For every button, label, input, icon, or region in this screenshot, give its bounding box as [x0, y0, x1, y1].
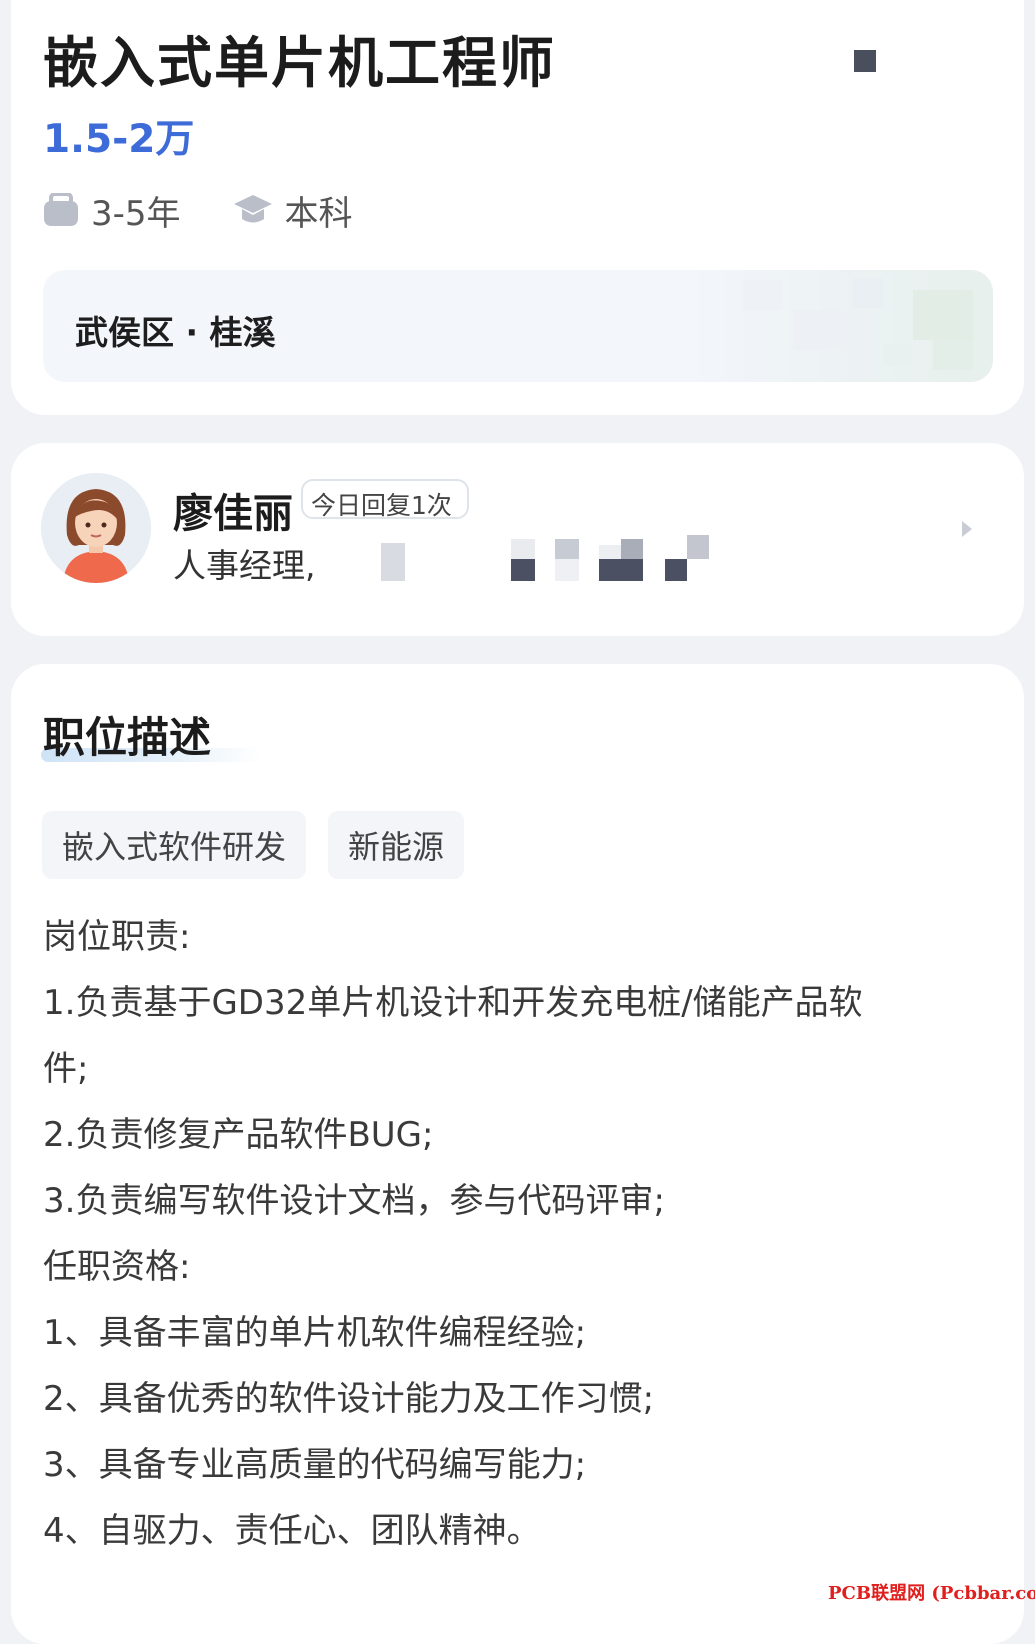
description-line: 1、具备丰富的单片机软件编程经验; [43, 1313, 587, 1353]
job-title: 嵌入式单片机工程师 [43, 31, 557, 95]
description-line: 3.负责编写软件设计文档，参与代码评审; [43, 1181, 665, 1221]
job-tag[interactable]: 新能源 [328, 811, 465, 879]
description-line: 任职资格: [43, 1247, 191, 1287]
description-line: 2、具备优秀的软件设计能力及工作习惯; [43, 1379, 655, 1419]
location-text: 武侯区 · 桂溪 [75, 313, 276, 352]
description-line: 件; [43, 1049, 89, 1089]
recruiter-avatar [41, 473, 151, 583]
description-text: 岗位职责: 1.负责基于GD32单片机设计和开发充电桩/储能产品软 件; 2.负… [43, 904, 943, 1564]
watermark: PCB联盟网 (Pcbbar.com) [828, 1583, 1035, 1604]
map-pin-icon [854, 50, 876, 72]
reply-count-badge: 今日回复1次 [301, 479, 469, 519]
description-line: 2.负责修复产品软件BUG; [43, 1115, 434, 1155]
requirements-row: 3-5年 本科 [43, 186, 405, 235]
job-tags: 嵌入式软件研发 新能源 [42, 811, 486, 879]
recruiter-role: 人事经理, [173, 546, 316, 585]
graduation-cap-icon [233, 195, 272, 223]
description-line: 4、自驱力、责任心、团队精神。 [43, 1511, 541, 1551]
education-label: 本科 [284, 193, 353, 234]
experience-requirement: 3-5年 [43, 186, 181, 235]
description-line: 3、具备专业高质量的代码编写能力; [43, 1445, 587, 1485]
salary: 1.5-2万 [43, 117, 195, 162]
education-requirement: 本科 [233, 186, 353, 235]
experience-label: 3-5年 [91, 193, 181, 234]
avatar-illustration [41, 473, 151, 583]
section-title: 职位描述 [43, 713, 212, 762]
recruiter-card[interactable]: 廖佳丽 今日回复1次 人事经理, [11, 443, 1024, 636]
description-line: 1.负责基于GD32单片机设计和开发充电桩/储能产品软 [43, 983, 863, 1023]
redacted-mosaic [371, 533, 711, 597]
description-line: 岗位职责: [43, 917, 191, 957]
map-thumbnail [743, 278, 973, 370]
job-description-card: 职位描述 嵌入式软件研发 新能源 岗位职责: 1.负责基于GD32单片机设计和开… [11, 664, 1024, 1644]
job-tag[interactable]: 嵌入式软件研发 [42, 811, 307, 879]
briefcase-icon [44, 193, 78, 226]
chevron-right-icon[interactable] [959, 519, 975, 539]
recruiter-name: 廖佳丽 [173, 491, 293, 537]
location-bar[interactable]: 武侯区 · 桂溪 [43, 270, 993, 382]
